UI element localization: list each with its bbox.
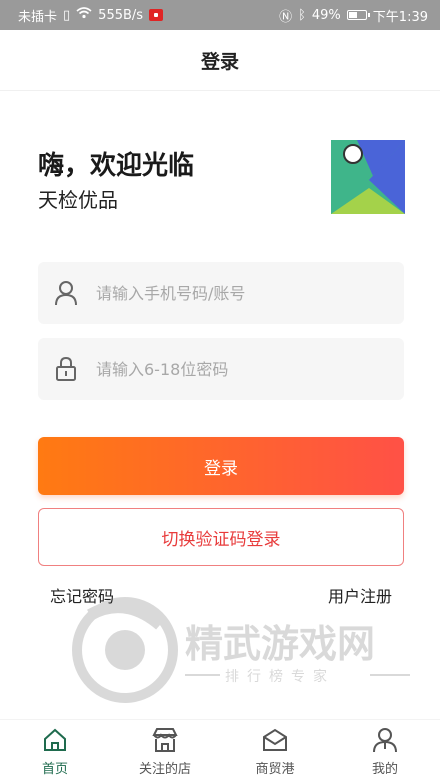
watermark: 精武游戏网 排行榜专家 (70, 595, 420, 705)
battery-percent: 49% (311, 7, 341, 23)
bluetooth-icon: ᛒ (298, 7, 306, 23)
user-icon (373, 727, 397, 752)
user-icon (52, 279, 80, 307)
mailbox-icon (263, 728, 287, 751)
sim-icon: ▯ (63, 7, 71, 23)
nfc-icon: Ⓝ (279, 9, 293, 25)
tab-home[interactable]: 首页 (0, 720, 110, 782)
carrier-text: 未插卡 (18, 9, 58, 25)
tab-mine[interactable]: 我的 (330, 720, 440, 782)
account-input[interactable] (94, 261, 404, 325)
password-input[interactable] (94, 337, 404, 401)
switch-sms-login-button[interactable]: 切换验证码登录 (38, 508, 404, 566)
home-icon (44, 728, 66, 751)
watermark-logo-icon (72, 597, 178, 703)
bottom-tab-bar: 首页 关注的店 商贸港 我的 (0, 719, 440, 782)
page-title: 登录 (200, 50, 239, 73)
status-bar: 未插卡 ▯ 555B/s Ⓝ ᛒ 49% 下午1:39 (0, 0, 440, 30)
net-speed: 555B/s (98, 7, 144, 23)
tab-home-label: 首页 (41, 761, 68, 777)
login-button[interactable]: 登录 (38, 437, 404, 495)
recording-icon (149, 9, 164, 21)
tab-mine-label: 我的 (371, 761, 398, 777)
tab-trade-port-label: 商贸港 (255, 761, 295, 777)
tab-followed-stores-label: 关注的店 (138, 761, 191, 777)
watermark-tagline: 排行榜专家 (225, 668, 335, 685)
account-field[interactable] (38, 261, 404, 325)
tab-followed-stores[interactable]: 关注的店 (110, 720, 220, 782)
wifi-icon (76, 7, 92, 23)
nav-header: 登录 (0, 30, 440, 91)
welcome-title: 嗨，欢迎光临 (38, 151, 195, 181)
store-icon (152, 727, 178, 752)
password-field[interactable] (38, 337, 404, 401)
lock-icon (52, 355, 80, 383)
welcome-subtitle: 天检优品 (38, 188, 118, 212)
tab-trade-port[interactable]: 商贸港 (220, 720, 330, 782)
watermark-brand: 精武游戏网 (185, 622, 375, 666)
app-logo (331, 140, 405, 214)
battery-icon (346, 10, 370, 20)
clock: 下午1:39 (372, 9, 428, 25)
